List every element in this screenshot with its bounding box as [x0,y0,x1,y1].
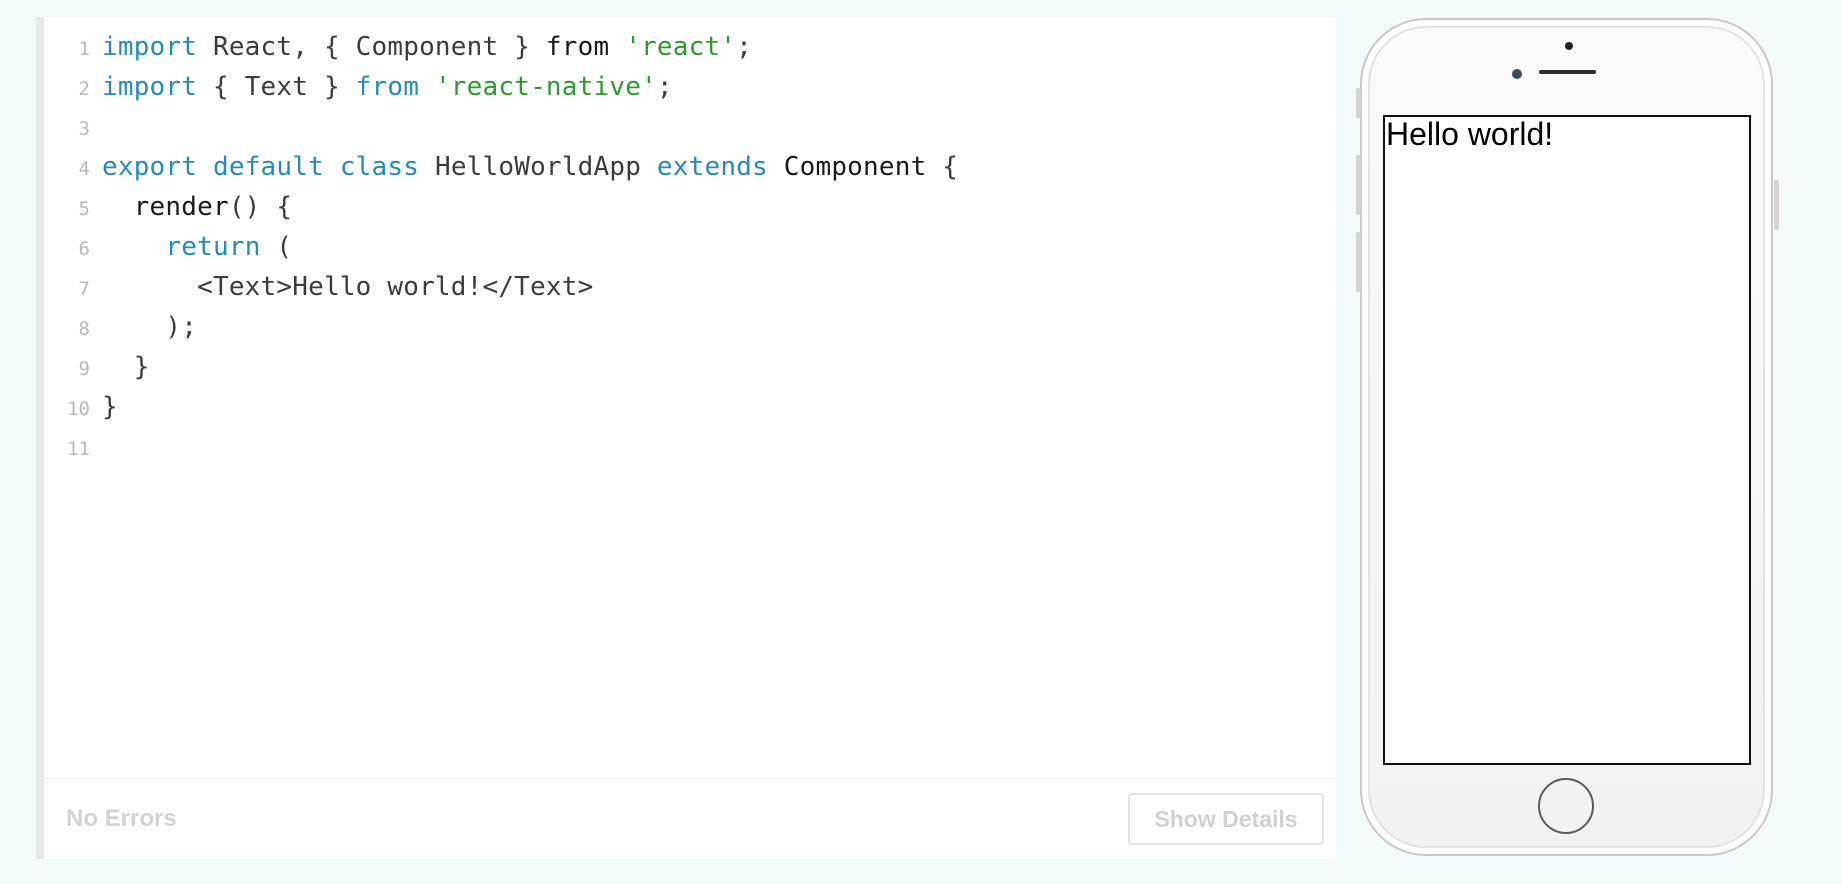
code-token: () { [228,192,293,222]
line-code: } [102,352,150,382]
code-token: ; [656,72,673,102]
line-number: 1 [78,38,90,60]
code-token: return [165,232,261,262]
phone-camera-icon [1512,69,1522,79]
line-number: 5 [78,198,90,220]
code-line[interactable]: 6 return ( [44,227,1336,267]
code-token: ; [736,32,753,62]
code-line[interactable]: 8 ); [44,307,1336,347]
code-token: { [926,152,959,182]
code-line[interactable]: 2 import { Text } from 'react-native'; [44,67,1336,107]
line-number: 8 [78,318,90,340]
phone-preview: Hello world! [1356,18,1779,856]
line-number: 9 [78,358,90,380]
code-token: export [102,152,198,182]
code-line[interactable]: 4 export default class HelloWorldApp exte… [44,147,1336,187]
line-code: export default class HelloWorldApp exten… [102,152,958,182]
code-token: from [355,72,420,102]
code-line[interactable]: 3 [44,107,1336,147]
code-line[interactable]: 9 } [44,347,1336,387]
code-token: class [339,152,420,182]
phone-screen[interactable]: Hello world! [1383,115,1751,765]
code-line[interactable]: 11 [44,427,1336,467]
code-token: ( [260,232,293,262]
code-token: from [545,32,610,62]
code-token: extends [656,152,768,182]
phone-power-button [1774,180,1779,230]
phone-volume-down-button [1356,232,1361,292]
status-bar: No Errors Show Details [44,778,1336,859]
code-token: } [102,352,150,382]
phone-sensor-icon [1565,42,1573,50]
code-token: render [102,192,229,222]
code-token: 'react-native' [434,72,657,102]
phone-speaker-icon [1539,70,1596,74]
line-number: 10 [67,398,90,420]
show-details-button[interactable]: Show Details [1128,793,1324,845]
code-token: <Text>Hello world!</Text> [102,272,594,302]
code-token: } [102,392,118,422]
phone-mute-switch [1356,88,1361,118]
line-number: 4 [78,158,90,180]
code-token: default [212,152,324,182]
line-code: render() { [102,192,292,222]
error-status-text: No Errors [66,805,177,832]
code-line[interactable]: 1 import React, { Component } from 'react… [44,27,1336,67]
line-code: return ( [102,232,292,262]
phone-home-button[interactable] [1538,778,1594,834]
code-token: Component [783,152,927,182]
line-code: <Text>Hello world!</Text> [102,272,593,302]
code-token: 'react' [625,32,737,62]
line-code: import { Text } from 'react-native'; [102,72,673,102]
preview-output-text: Hello world! [1386,116,1554,152]
line-number: 11 [67,438,90,460]
line-number: 7 [78,278,90,300]
code-line[interactable]: 10} [44,387,1336,427]
code-token: HelloWorldApp [419,152,657,182]
code-token: import [102,32,198,62]
code-token: ); [102,312,198,342]
code-token: import [102,72,198,102]
code-token: React, { Component } [197,32,546,62]
line-number: 2 [78,78,90,100]
code-editor[interactable]: 1 import React, { Component } from 'react… [44,17,1336,789]
phone-volume-up-button [1356,155,1361,215]
code-editor-panel: 1 import React, { Component } from 'react… [36,17,1336,859]
code-line[interactable]: 7 <Text>Hello world!</Text> [44,267,1336,307]
code-token: { Text } [197,72,356,102]
line-code: import React, { Component } from 'react'… [102,32,752,62]
line-number: 3 [78,118,90,140]
code-line[interactable]: 5 render() { [44,187,1336,227]
line-code: } [102,392,118,422]
line-code: ); [102,312,197,342]
line-number: 6 [78,238,90,260]
